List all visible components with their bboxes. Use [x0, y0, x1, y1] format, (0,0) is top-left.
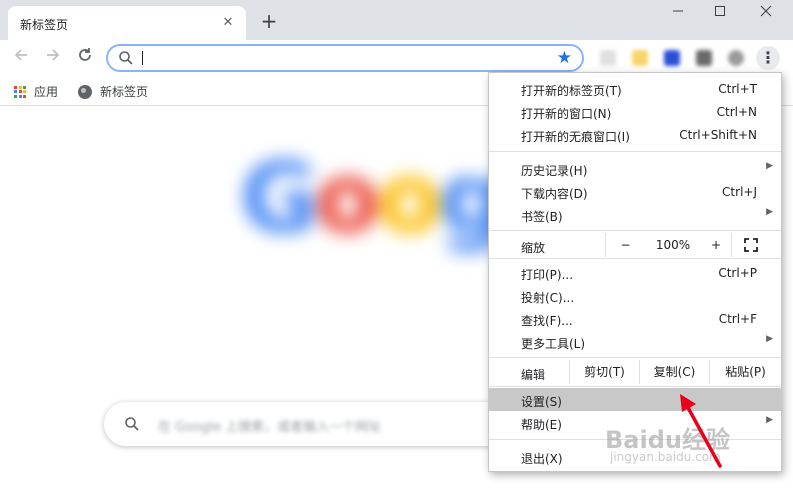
menu-item-incognito[interactable]: 打开新的无痕窗口(I) Ctrl+Shift+N	[489, 123, 781, 146]
text-caret	[142, 51, 143, 65]
zoom-label: 缩放	[521, 241, 546, 255]
menu-separator	[489, 357, 781, 358]
extension-icon[interactable]	[664, 50, 680, 66]
submenu-arrow-icon: ▶	[766, 207, 773, 217]
bookmark-newtab[interactable]: 新标签页	[78, 83, 148, 100]
bookmark-star-icon[interactable]: ★	[557, 48, 572, 68]
maximize-icon[interactable]	[697, 0, 743, 28]
window-close-icon[interactable]	[743, 0, 789, 28]
extension-icon[interactable]	[696, 50, 712, 66]
menu-dots-icon[interactable]: ⋮	[756, 46, 780, 70]
search-placeholder: 在 Google 上搜索，或者输入一个网址	[158, 420, 382, 435]
chrome-menu: 打开新的标签页(T) Ctrl+T 打开新的窗口(N) Ctrl+N 打开新的无…	[488, 72, 782, 472]
bookmark-label: 新标签页	[100, 85, 149, 99]
ntp-search-box[interactable]: 在 Google 上搜索，或者输入一个网址	[104, 402, 524, 446]
cut-button[interactable]: 剪切(T)	[569, 360, 639, 384]
menu-item-find[interactable]: 查找(F)... Ctrl+F	[489, 307, 781, 330]
tab-title: 新标签页	[20, 18, 69, 32]
menu-item-cast[interactable]: 投射(C)...	[489, 284, 781, 307]
close-tab-icon[interactable]: ✕	[220, 15, 236, 31]
menu-separator	[489, 230, 781, 231]
minimize-icon[interactable]	[655, 0, 701, 28]
zoom-value: 100%	[655, 238, 691, 252]
tab-strip: 新标签页 ✕ +	[0, 0, 793, 40]
forward-arrow-icon[interactable]	[41, 46, 65, 70]
globe-icon	[78, 84, 92, 99]
toolbar: ★ ⋮	[0, 40, 793, 76]
edit-label: 编辑	[521, 368, 546, 382]
fullscreen-icon	[744, 238, 758, 252]
edit-row: 编辑 剪切(T) 复制(C) 粘贴(P)	[489, 360, 781, 384]
menu-item-new-tab[interactable]: 打开新的标签页(T) Ctrl+T	[489, 77, 781, 100]
address-bar[interactable]: ★	[106, 44, 584, 72]
menu-item-settings[interactable]: 设置(S)	[489, 388, 781, 411]
reload-icon[interactable]	[73, 46, 97, 70]
extension-icon[interactable]	[632, 50, 648, 66]
menu-item-downloads[interactable]: 下载内容(D) Ctrl+J	[489, 180, 781, 203]
menu-item-more-tools[interactable]: 更多工具(L) ▶	[489, 330, 781, 353]
search-icon	[125, 417, 139, 431]
profile-avatar-icon[interactable]	[728, 50, 744, 66]
menu-item-print[interactable]: 打印(P)... Ctrl+P	[489, 261, 781, 284]
bookmark-label: 应用	[34, 85, 59, 99]
paste-button[interactable]: 粘贴(P)	[709, 360, 781, 384]
copy-button[interactable]: 复制(C)	[639, 360, 709, 384]
menu-separator	[489, 258, 781, 259]
tab[interactable]: 新标签页 ✕	[8, 6, 246, 40]
search-icon	[119, 51, 133, 65]
menu-item-new-window[interactable]: 打开新的窗口(N) Ctrl+N	[489, 100, 781, 123]
fullscreen-button[interactable]	[731, 233, 781, 257]
annotation-arrow-icon	[680, 394, 722, 468]
back-arrow-icon[interactable]	[9, 46, 33, 70]
menu-separator	[489, 386, 781, 387]
menu-item-bookmarks[interactable]: 书签(B) ▶	[489, 203, 781, 226]
submenu-arrow-icon: ▶	[766, 334, 773, 344]
apps-grid-icon	[14, 85, 26, 98]
submenu-arrow-icon: ▶	[766, 161, 773, 171]
submenu-arrow-icon: ▶	[766, 415, 773, 425]
bookmark-apps[interactable]: 应用	[14, 83, 58, 100]
zoom-in-button[interactable]: +	[701, 233, 731, 257]
new-tab-plus-icon[interactable]: +	[258, 10, 280, 32]
extension-icon[interactable]	[600, 50, 616, 66]
zoom-row: 缩放 − 100% +	[489, 233, 781, 257]
menu-separator	[489, 151, 781, 152]
menu-item-history[interactable]: 历史记录(H) ▶	[489, 157, 781, 180]
zoom-out-button[interactable]: −	[605, 233, 645, 257]
